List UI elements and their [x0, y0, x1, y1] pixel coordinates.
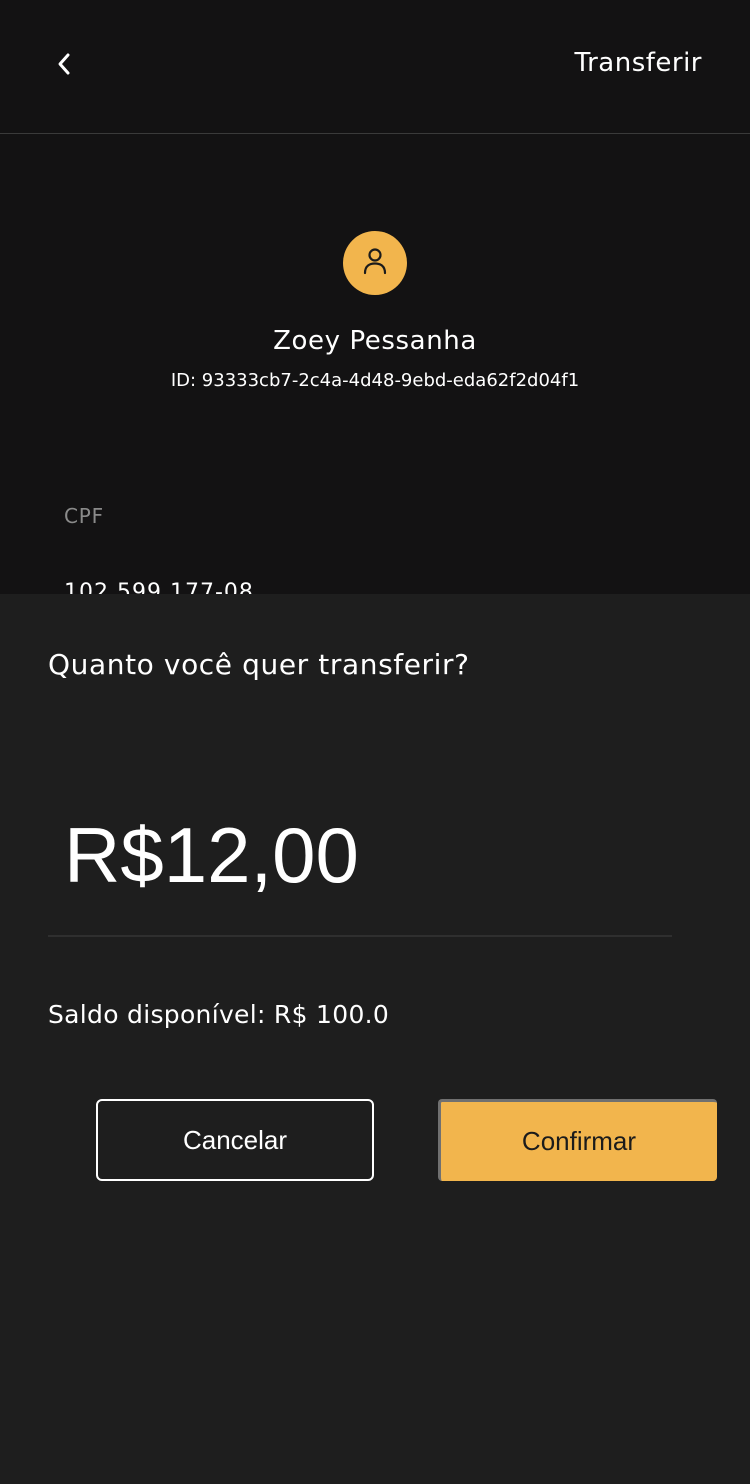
cpf-label: CPF — [64, 504, 104, 528]
amount-input[interactable]: R$12,00 — [48, 800, 672, 937]
available-balance: Saldo disponível: R$ 100.0 — [48, 1000, 390, 1029]
amount-value: R$12,00 — [64, 811, 359, 899]
cancel-button[interactable]: Cancelar — [96, 1099, 374, 1181]
confirm-button[interactable]: Confirmar — [438, 1099, 717, 1181]
back-button[interactable] — [44, 38, 84, 90]
avatar — [343, 231, 407, 295]
page-title: Transferir — [574, 48, 702, 78]
amount-question: Quanto você quer transferir? — [48, 648, 470, 681]
transfer-amount-sheet: Quanto você quer transferir? R$12,00 Sal… — [0, 594, 750, 1484]
recipient-id: ID: 93333cb7-2c4a-4d48-9ebd-eda62f2d04f1 — [170, 370, 580, 391]
recipient-name: Zoey Pessanha — [273, 326, 477, 356]
app-header: Transferir — [0, 0, 750, 134]
chevron-left-icon — [56, 51, 72, 77]
recipient-card: Zoey Pessanha ID: 93333cb7-2c4a-4d48-9eb… — [0, 134, 750, 605]
user-icon — [361, 246, 389, 280]
